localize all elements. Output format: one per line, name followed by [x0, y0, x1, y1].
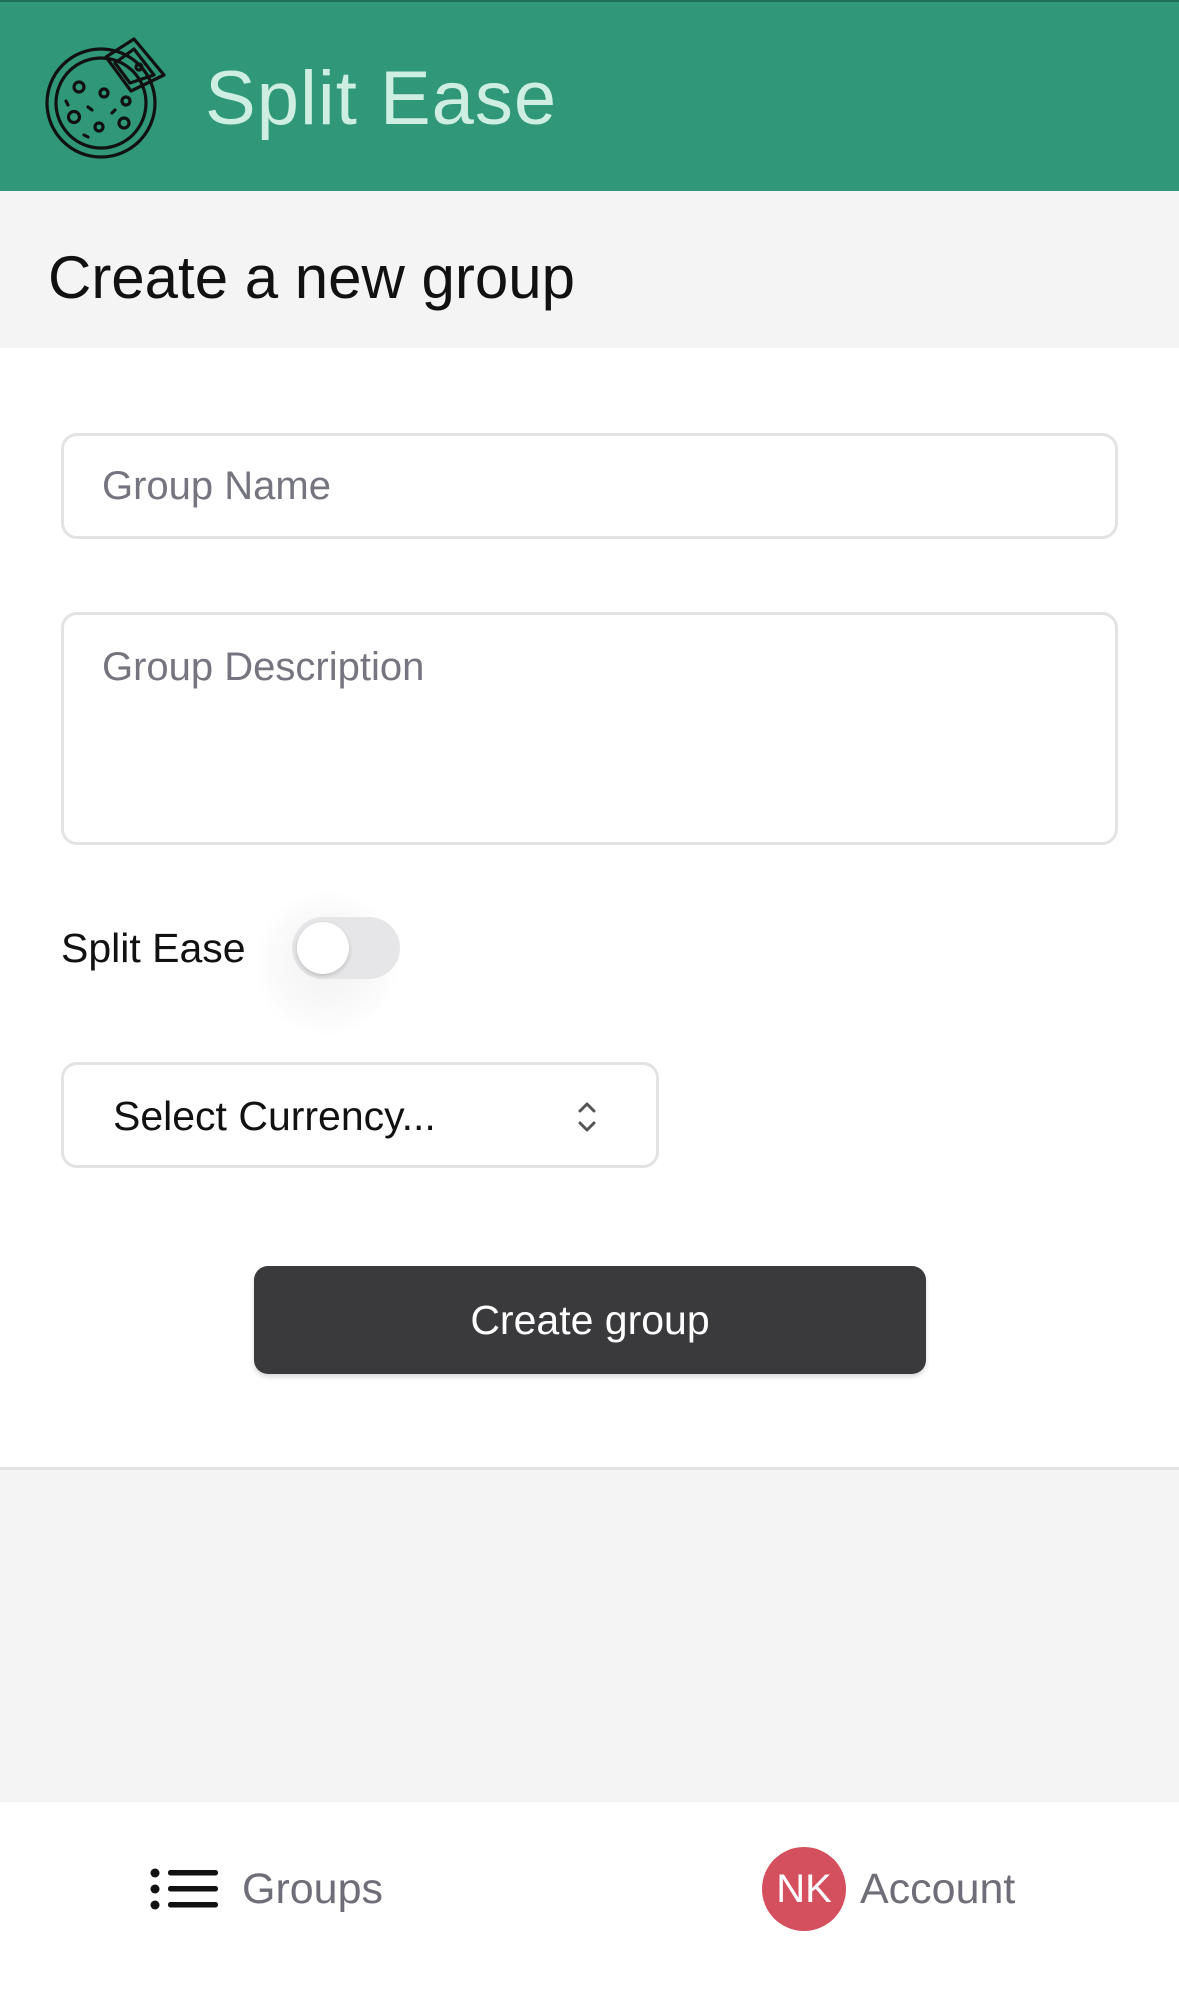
create-group-form: Split Ease Select Currency... Create gro…: [0, 348, 1179, 1470]
page-title-bar: Create a new group: [0, 191, 1179, 348]
toggle-knob: [297, 922, 349, 974]
app-root: Split Ease Create a new group Split Ease…: [0, 0, 1179, 1995]
nav-account[interactable]: NK Account: [762, 1844, 1015, 1934]
page-title: Create a new group: [48, 244, 575, 311]
list-icon: [150, 1868, 218, 1910]
split-ease-toggle[interactable]: [292, 917, 400, 979]
currency-select[interactable]: Select Currency...: [61, 1062, 659, 1168]
app-header: Split Ease: [0, 0, 1179, 191]
avatar: NK: [762, 1847, 846, 1931]
chevrons-up-down-icon: [578, 1102, 596, 1132]
group-description-input[interactable]: [61, 612, 1118, 845]
create-group-button[interactable]: Create group: [254, 1266, 926, 1374]
split-ease-toggle-label: Split Ease: [61, 925, 246, 971]
nav-account-label: Account: [860, 1865, 1016, 1913]
bottom-nav: Groups NK Account: [0, 1802, 1179, 1995]
nav-groups[interactable]: Groups: [150, 1844, 383, 1934]
pizza-icon[interactable]: [44, 35, 169, 160]
nav-groups-label: Groups: [242, 1865, 384, 1913]
group-name-input[interactable]: [61, 433, 1118, 539]
app-title: Split Ease: [205, 56, 558, 141]
currency-select-value: Select Currency...: [113, 1093, 436, 1139]
